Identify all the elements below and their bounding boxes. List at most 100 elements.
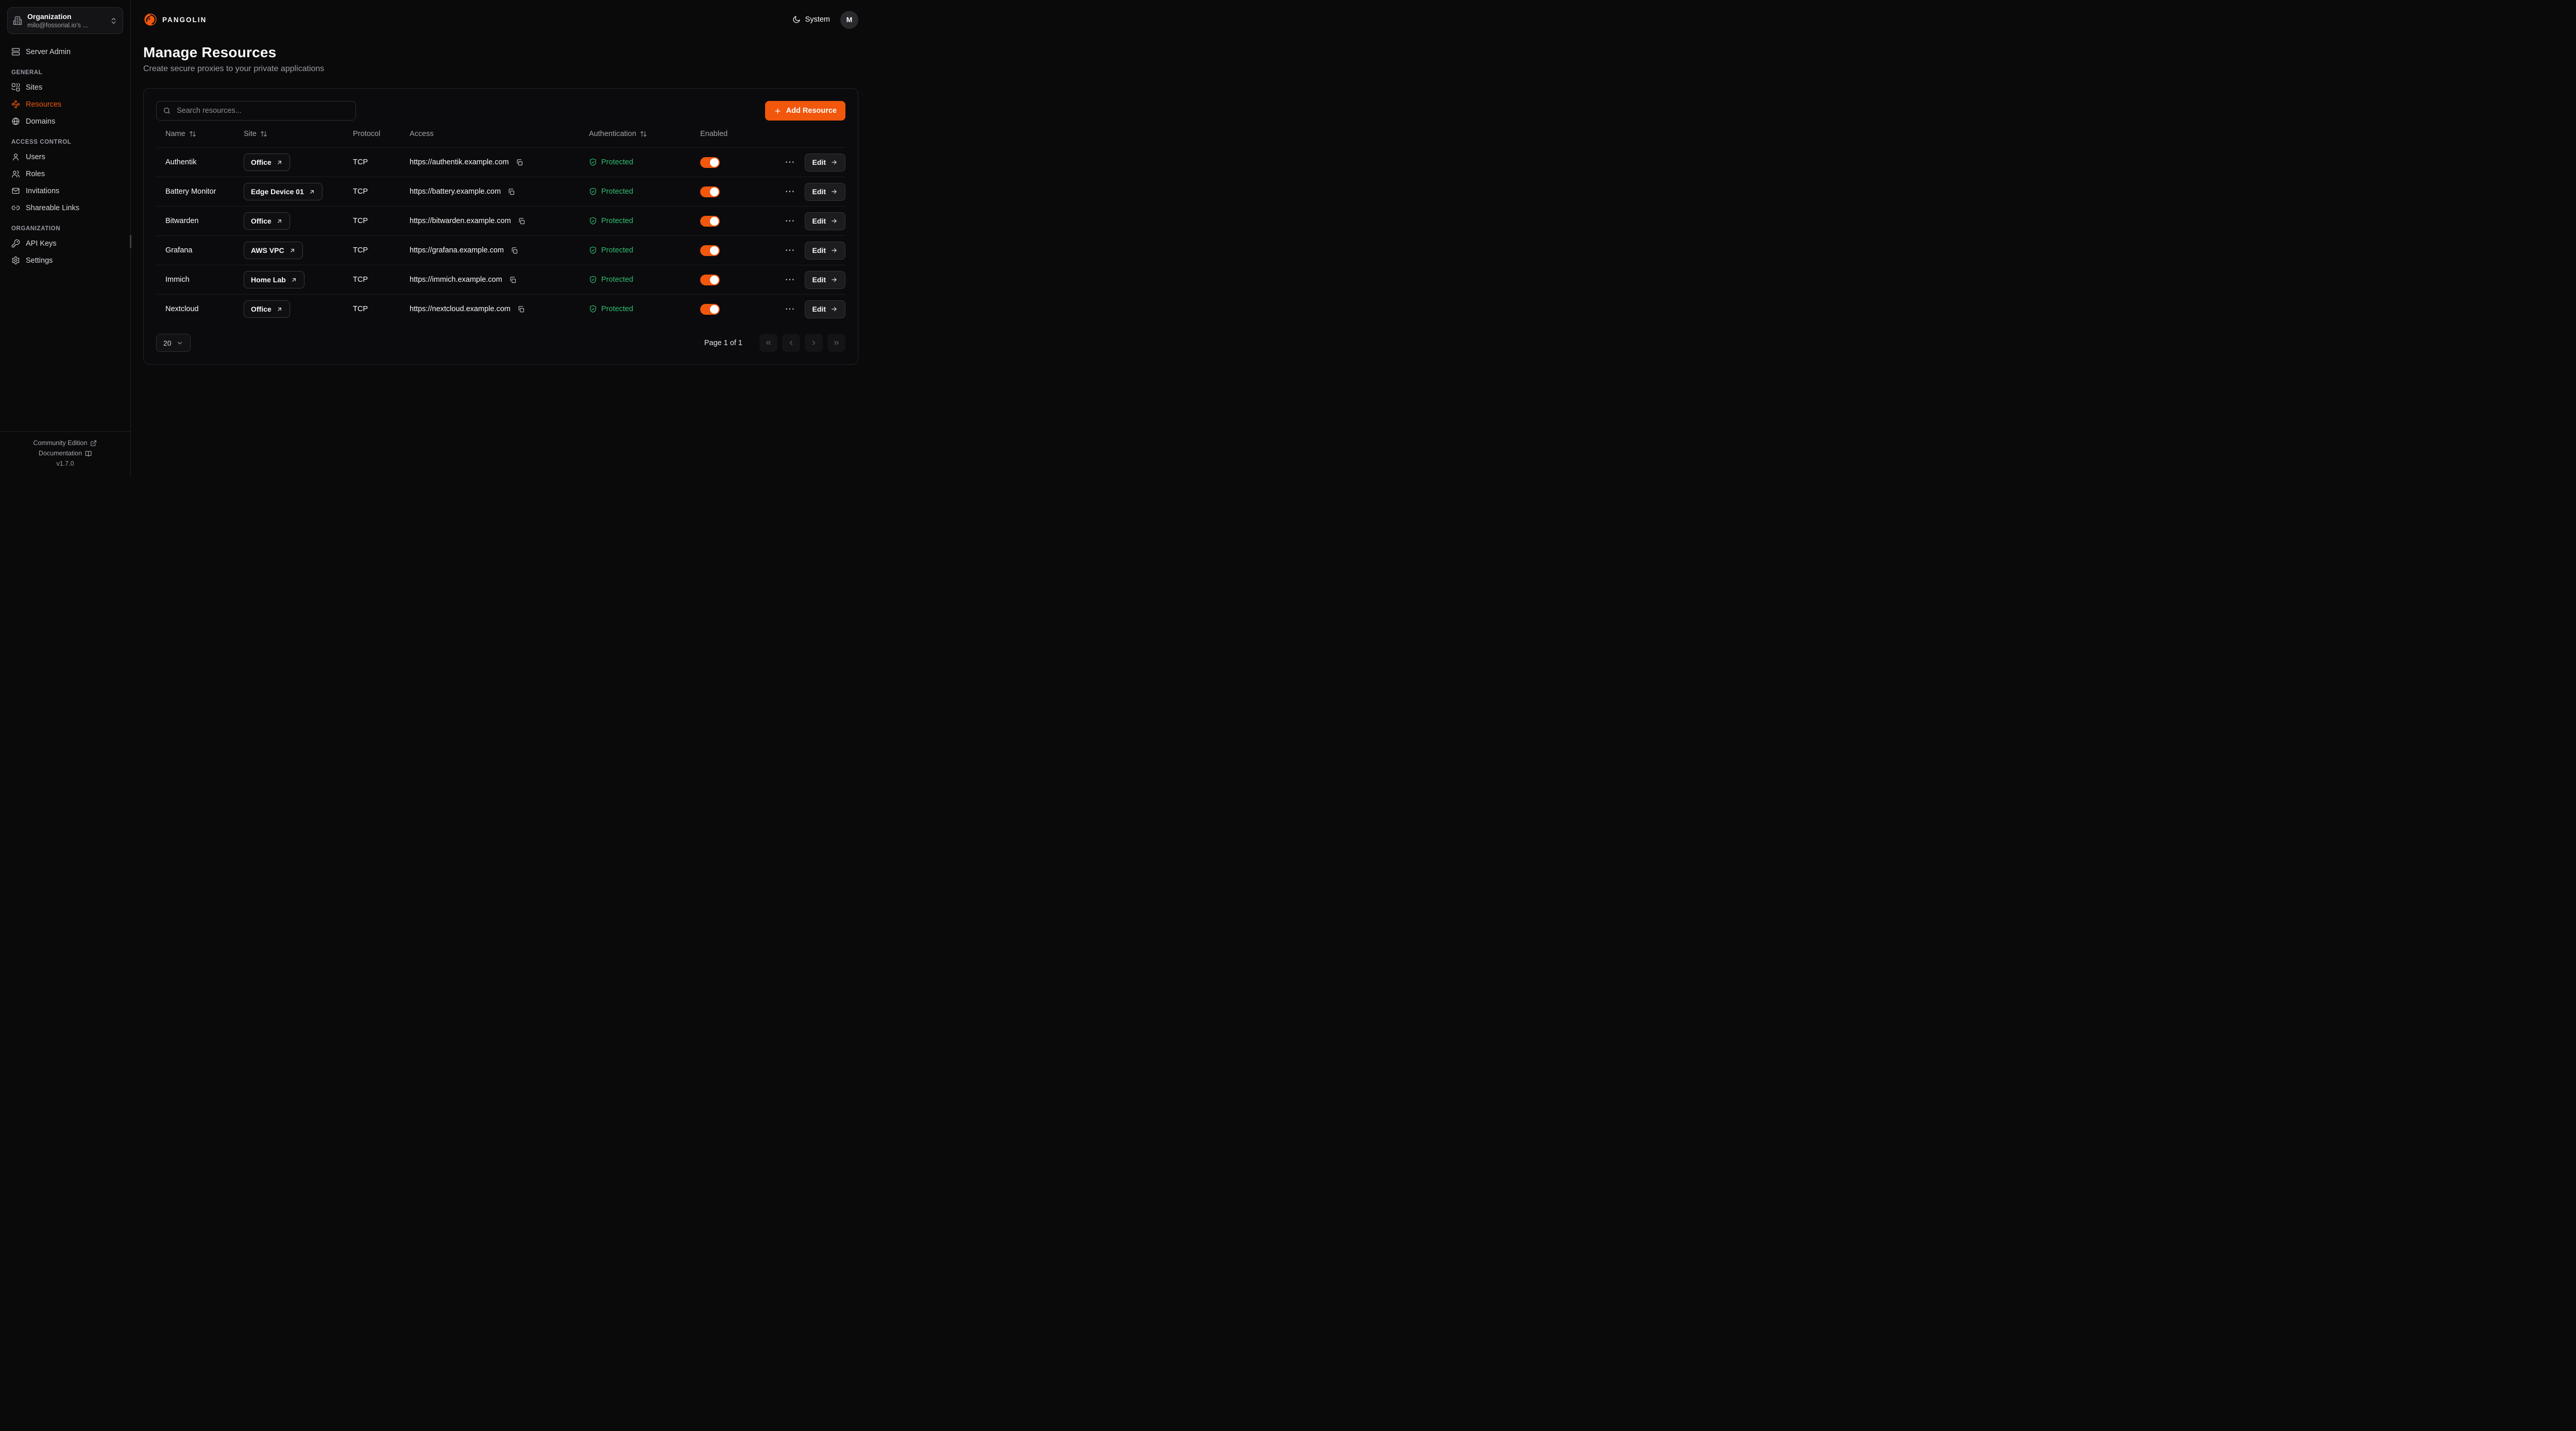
authentication-status: Protected bbox=[601, 188, 633, 196]
table-row: Authentik Office TCP https://authentik.e… bbox=[156, 147, 845, 177]
enabled-toggle[interactable] bbox=[700, 157, 720, 168]
sidebar-item-shareable-links[interactable]: Shareable Links bbox=[7, 199, 123, 216]
protocol-cell: TCP bbox=[353, 305, 410, 313]
site-cell: Home Lab bbox=[244, 271, 353, 288]
globe-icon bbox=[11, 117, 20, 126]
sidebar-item-label: Shareable Links bbox=[26, 204, 79, 212]
card-footer: 20 Page 1 of 1 bbox=[156, 334, 845, 352]
edit-label: Edit bbox=[812, 276, 826, 284]
page-size-value: 20 bbox=[163, 339, 172, 347]
column-header-name[interactable]: Name bbox=[156, 130, 244, 138]
chevrons-up-down-icon bbox=[110, 17, 117, 25]
site-link-button[interactable]: Home Lab bbox=[244, 271, 304, 288]
column-header-authentication[interactable]: Authentication bbox=[589, 130, 700, 138]
arrow-up-right-icon bbox=[276, 218, 283, 225]
authentication-cell: Protected bbox=[589, 217, 700, 225]
next-page-button[interactable] bbox=[805, 334, 823, 352]
enabled-toggle[interactable] bbox=[700, 216, 720, 227]
resource-name: Battery Monitor bbox=[156, 188, 244, 196]
community-edition-link[interactable]: Community Edition bbox=[5, 438, 125, 448]
edit-button[interactable]: Edit bbox=[805, 212, 845, 230]
site-name: Home Lab bbox=[251, 276, 286, 284]
enabled-toggle[interactable] bbox=[700, 304, 720, 315]
theme-toggle[interactable]: System bbox=[792, 15, 830, 24]
access-cell: https://immich.example.com bbox=[410, 275, 589, 285]
site-cell: Office bbox=[244, 212, 353, 230]
copy-icon bbox=[511, 247, 518, 254]
protocol-cell: TCP bbox=[353, 246, 410, 254]
site-link-button[interactable]: Office bbox=[244, 154, 290, 171]
edit-button[interactable]: Edit bbox=[805, 154, 845, 172]
copy-url-button[interactable] bbox=[506, 187, 516, 197]
edit-button[interactable]: Edit bbox=[805, 183, 845, 201]
access-cell: https://authentik.example.com bbox=[410, 158, 589, 167]
sidebar-resize-handle[interactable] bbox=[130, 235, 131, 248]
row-more-button[interactable]: ⋯ bbox=[782, 214, 799, 228]
enabled-toggle[interactable] bbox=[700, 275, 720, 285]
site-link-button[interactable]: Office bbox=[244, 212, 290, 230]
previous-page-button[interactable] bbox=[782, 334, 800, 352]
chevron-down-icon bbox=[176, 339, 183, 347]
site-link-button[interactable]: AWS VPC bbox=[244, 242, 303, 259]
enabled-toggle[interactable] bbox=[700, 245, 720, 256]
sidebar-item-resources[interactable]: Resources bbox=[7, 96, 123, 113]
row-more-button[interactable]: ⋯ bbox=[782, 273, 799, 287]
sidebar-item-invitations[interactable]: Invitations bbox=[7, 182, 123, 199]
toggle-knob bbox=[710, 276, 719, 284]
edit-button[interactable]: Edit bbox=[805, 300, 845, 318]
add-resource-button[interactable]: Add Resource bbox=[765, 101, 845, 121]
user-icon bbox=[11, 152, 20, 161]
site-link-button[interactable]: Office bbox=[244, 300, 290, 318]
site-link-button[interactable]: Edge Device 01 bbox=[244, 183, 323, 200]
enabled-toggle[interactable] bbox=[700, 186, 720, 197]
table-row: Bitwarden Office TCP https://bitwarden.e… bbox=[156, 206, 845, 235]
row-more-button[interactable]: ⋯ bbox=[782, 156, 799, 169]
site-cell: Office bbox=[244, 300, 353, 318]
shield-check-icon bbox=[589, 188, 597, 196]
column-header-site[interactable]: Site bbox=[244, 130, 353, 138]
sidebar-item-roles[interactable]: Roles bbox=[7, 165, 123, 182]
resources-card: Add Resource Name Site Protocol Access bbox=[143, 88, 858, 365]
access-url: https://grafana.example.com bbox=[410, 246, 504, 254]
table-row: Battery Monitor Edge Device 01 TCP https… bbox=[156, 177, 845, 206]
sidebar-item-api-keys[interactable]: API Keys bbox=[7, 235, 123, 252]
edit-button[interactable]: Edit bbox=[805, 242, 845, 260]
access-url: https://battery.example.com bbox=[410, 188, 501, 196]
org-selector[interactable]: Organization milo@fossorial.io's ... bbox=[7, 7, 123, 34]
edit-button[interactable]: Edit bbox=[805, 271, 845, 289]
sidebar-item-domains[interactable]: Domains bbox=[7, 113, 123, 130]
page-size-select[interactable]: 20 bbox=[156, 334, 191, 352]
toggle-knob bbox=[710, 158, 719, 167]
copy-url-button[interactable] bbox=[508, 275, 518, 285]
documentation-label: Documentation bbox=[39, 450, 82, 457]
search-icon bbox=[163, 107, 171, 115]
copy-url-button[interactable] bbox=[510, 246, 519, 255]
table-row: Grafana AWS VPC TCP https://grafana.exam… bbox=[156, 235, 845, 265]
copy-url-button[interactable] bbox=[517, 216, 527, 226]
site-name: Office bbox=[251, 158, 272, 166]
sidebar-item-sites[interactable]: Sites bbox=[7, 79, 123, 96]
edit-label: Edit bbox=[812, 188, 826, 196]
resource-name: Immich bbox=[156, 276, 244, 284]
sidebar-item-users[interactable]: Users bbox=[7, 148, 123, 165]
copy-url-button[interactable] bbox=[515, 158, 524, 167]
mail-icon bbox=[11, 186, 20, 195]
sidebar-item-server-admin[interactable]: Server Admin bbox=[7, 43, 123, 60]
last-page-button[interactable] bbox=[827, 334, 845, 352]
first-page-button[interactable] bbox=[759, 334, 777, 352]
documentation-link[interactable]: Documentation bbox=[5, 448, 125, 458]
search-input[interactable] bbox=[176, 106, 349, 115]
row-more-button[interactable]: ⋯ bbox=[782, 244, 799, 258]
row-more-button[interactable]: ⋯ bbox=[782, 302, 799, 316]
sort-icon bbox=[189, 130, 196, 138]
resource-name: Bitwarden bbox=[156, 217, 244, 225]
avatar[interactable]: M bbox=[840, 11, 858, 29]
table-row: Immich Home Lab TCP https://immich.examp… bbox=[156, 265, 845, 294]
search-box bbox=[156, 101, 356, 121]
sidebar-item-label: Server Admin bbox=[26, 48, 71, 56]
sidebar-item-settings[interactable]: Settings bbox=[7, 252, 123, 269]
actions-cell: ⋯ Edit bbox=[777, 183, 845, 201]
row-more-button[interactable]: ⋯ bbox=[782, 185, 799, 199]
access-url: https://nextcloud.example.com bbox=[410, 305, 511, 313]
copy-url-button[interactable] bbox=[516, 304, 526, 314]
